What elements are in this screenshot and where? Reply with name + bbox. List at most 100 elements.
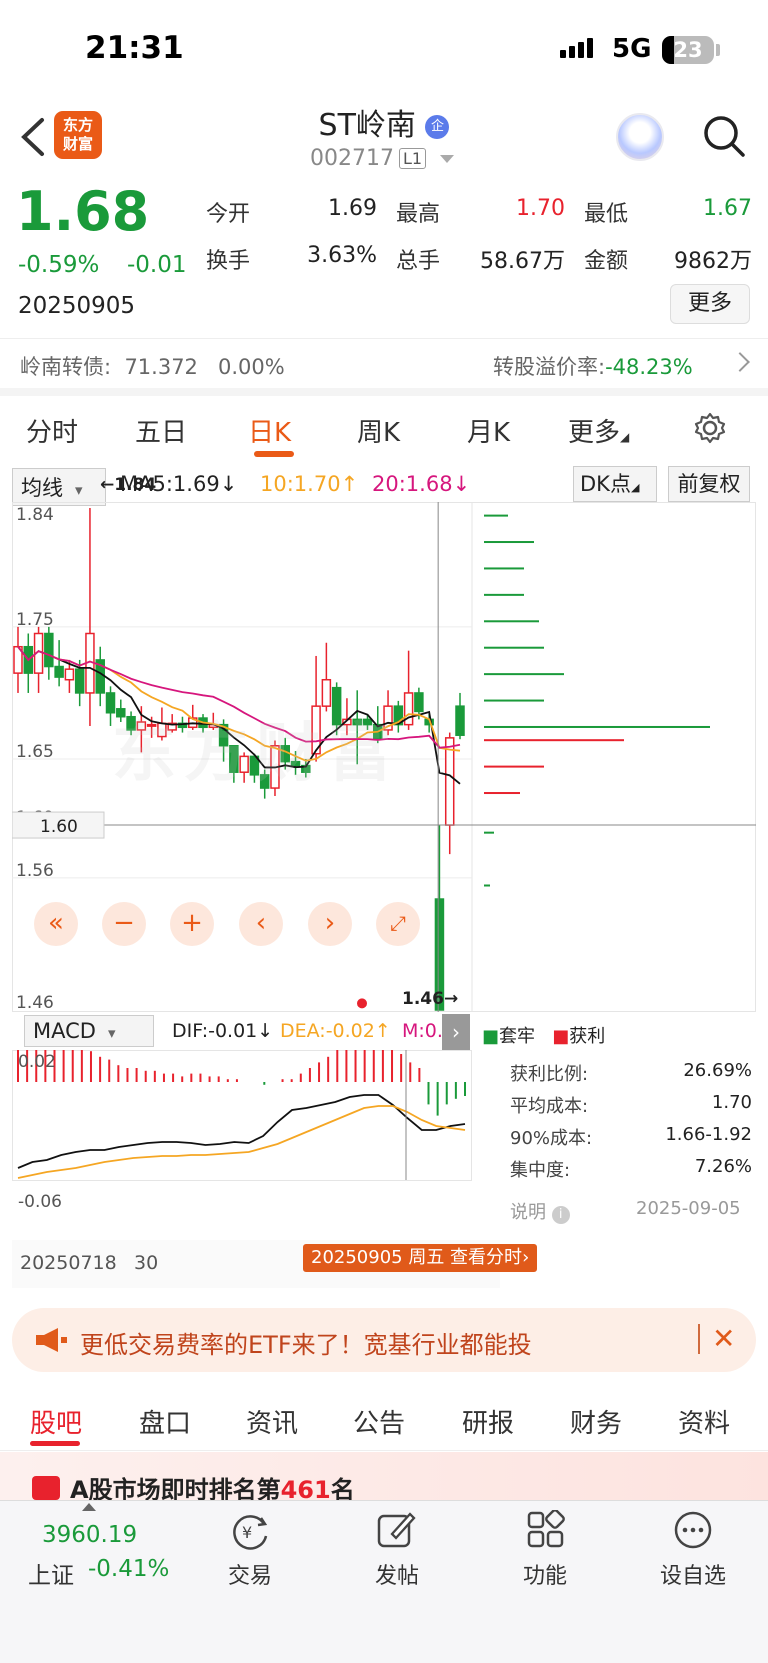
tab-profile[interactable]: 资料 bbox=[678, 1403, 730, 1440]
index-value[interactable]: 3960.19 bbox=[42, 1522, 137, 1548]
divider bbox=[0, 1450, 768, 1451]
bond-info: 岭南转债: 71.372 0.00% bbox=[20, 351, 285, 381]
scroll-left-button[interactable]: ‹ bbox=[239, 902, 283, 946]
kline-chart-area[interactable]: 1.841.751.651.601.561.461.60 东方财富 « − + … bbox=[12, 475, 756, 1012]
tab-announcements[interactable]: 公告 bbox=[353, 1403, 405, 1440]
dock-functions-label[interactable]: 功能 bbox=[495, 1558, 595, 1590]
tab-daily-k[interactable]: 日K bbox=[248, 412, 291, 449]
chip-bar bbox=[484, 620, 539, 623]
high-marker: ←1.84 bbox=[100, 475, 157, 495]
chip-stat-value: 1.70 bbox=[711, 1092, 752, 1113]
legend-profit: 获利 bbox=[569, 1026, 606, 1047]
gear-icon[interactable] bbox=[693, 411, 727, 445]
close-icon[interactable]: ✕ bbox=[712, 1322, 735, 1355]
scroll-right-button[interactable]: › bbox=[308, 902, 352, 946]
chevron-right-icon bbox=[730, 352, 750, 372]
dea-arrow: ↑ bbox=[374, 1020, 391, 1042]
megaphone-icon bbox=[36, 1328, 67, 1352]
chevron-down-icon[interactable] bbox=[440, 155, 454, 163]
chart-icon bbox=[32, 1476, 60, 1500]
dk-point-button[interactable]: DK点◢ bbox=[573, 466, 657, 502]
candle bbox=[434, 825, 445, 1011]
search-icon[interactable] bbox=[700, 112, 748, 160]
ma20-arrow: ↓ bbox=[452, 472, 471, 496]
stat-value: 9862万 bbox=[674, 249, 752, 274]
chip-bar bbox=[484, 699, 544, 702]
bond-label: 岭南转债: bbox=[20, 355, 112, 379]
chip-stat-label: 集中度: bbox=[510, 1160, 571, 1181]
chip-bar bbox=[484, 739, 624, 742]
premium-label: 转股溢价率: bbox=[493, 355, 606, 379]
chip-stat-label: 90%成本: bbox=[510, 1128, 593, 1149]
tab-intraday[interactable]: 分时 bbox=[26, 412, 78, 449]
more-options-icon[interactable] bbox=[673, 1510, 713, 1550]
status-bar: 21:31 5G 23 bbox=[0, 0, 768, 96]
explain-link[interactable]: 说明 i bbox=[510, 1198, 570, 1224]
candle bbox=[33, 626, 44, 693]
y-tick-label: 1.75 bbox=[16, 610, 54, 630]
candle bbox=[23, 633, 34, 693]
tab-five-day[interactable]: 五日 bbox=[135, 412, 187, 449]
tab-finance[interactable]: 财务 bbox=[570, 1403, 622, 1440]
indicator-select[interactable]: 均线 bbox=[12, 468, 106, 506]
assistant-avatar-icon[interactable] bbox=[616, 113, 664, 161]
explain-label: 说明 bbox=[510, 1202, 546, 1223]
macd-chart[interactable] bbox=[12, 1050, 472, 1230]
crosshair-price: 1.60 bbox=[40, 817, 78, 837]
scroll-far-left-button[interactable]: « bbox=[34, 902, 78, 946]
dif-text: DIF:-0.01 bbox=[172, 1020, 258, 1042]
zoom-in-button[interactable]: + bbox=[170, 902, 214, 946]
chip-bar bbox=[484, 831, 494, 834]
collapse-chip-button[interactable]: › bbox=[442, 1014, 470, 1050]
change-percent: -0.59% bbox=[18, 252, 100, 278]
adjust-button[interactable]: 前复权 bbox=[668, 466, 750, 502]
bond-price: 71.372 bbox=[124, 355, 198, 379]
stat-label: 最低 bbox=[584, 202, 629, 227]
dock-post-label[interactable]: 发帖 bbox=[347, 1558, 447, 1590]
tab-forum[interactable]: 股吧 bbox=[30, 1403, 82, 1440]
ma10-text: 10:1.70 bbox=[260, 472, 341, 496]
convertible-bond-row[interactable]: 岭南转债: 71.372 0.00% 转股溢价率:-48.23% bbox=[0, 338, 768, 396]
tab-monthly-k[interactable]: 月K bbox=[467, 412, 510, 449]
chip-date: 2025-09-05 bbox=[636, 1198, 741, 1219]
quote-date: 20250905 bbox=[18, 293, 136, 319]
promo-banner[interactable]: 更低交易费率的ETF来了！宽基行业都能投 ✕ bbox=[12, 1308, 756, 1372]
tab-weekly-k[interactable]: 周K bbox=[357, 412, 400, 449]
compose-icon[interactable] bbox=[376, 1510, 416, 1550]
index-name[interactable]: 上证 bbox=[28, 1556, 74, 1590]
tab-news[interactable]: 资讯 bbox=[246, 1403, 298, 1440]
tab-more[interactable]: 更多◢ bbox=[568, 412, 629, 449]
stat-value: 3.63% bbox=[307, 243, 377, 268]
functions-icon[interactable] bbox=[526, 1510, 566, 1550]
stat-label: 换手 bbox=[206, 249, 251, 274]
y-tick-label: 1.46 bbox=[16, 993, 54, 1012]
candle bbox=[54, 640, 64, 687]
candle bbox=[455, 692, 465, 740]
chip-legend: ■套牢 ■获利 bbox=[482, 1022, 605, 1048]
chip-stat-label: 获利比例: bbox=[510, 1064, 589, 1085]
index-pct[interactable]: -0.41% bbox=[88, 1556, 169, 1582]
dock-watchlist-label[interactable]: 设自选 bbox=[643, 1558, 743, 1590]
expand-icon[interactable] bbox=[82, 1503, 96, 1511]
premium-value: -48.23% bbox=[605, 355, 693, 379]
y-tick-label: 1.65 bbox=[16, 742, 54, 762]
tab-research[interactable]: 研报 bbox=[462, 1403, 514, 1440]
level-badge: L1 bbox=[399, 148, 427, 169]
zoom-out-button[interactable]: − bbox=[102, 902, 146, 946]
change-amount: -0.01 bbox=[127, 252, 187, 278]
macd-select[interactable]: MACD bbox=[24, 1015, 154, 1047]
chip-bar bbox=[484, 593, 524, 596]
dock-trade-label[interactable]: 交易 bbox=[200, 1558, 300, 1590]
view-intraday-popup[interactable]: 20250905 周五 查看分时› bbox=[303, 1244, 538, 1272]
tab-orderbook[interactable]: 盘口 bbox=[139, 1403, 191, 1440]
tab-more-label: 更多 bbox=[568, 418, 621, 448]
chip-stat-value: 26.69% bbox=[683, 1060, 752, 1081]
chip-bar bbox=[484, 514, 508, 517]
ma10-arrow: ↑ bbox=[340, 472, 359, 496]
caret-icon: ◢ bbox=[630, 481, 640, 494]
trade-icon[interactable]: ¥ bbox=[228, 1512, 272, 1552]
candle bbox=[85, 508, 95, 726]
last-price: 1.68 bbox=[16, 180, 150, 243]
more-button[interactable]: 更多 bbox=[670, 284, 750, 324]
fullscreen-icon[interactable]: ⤢ bbox=[376, 902, 420, 946]
